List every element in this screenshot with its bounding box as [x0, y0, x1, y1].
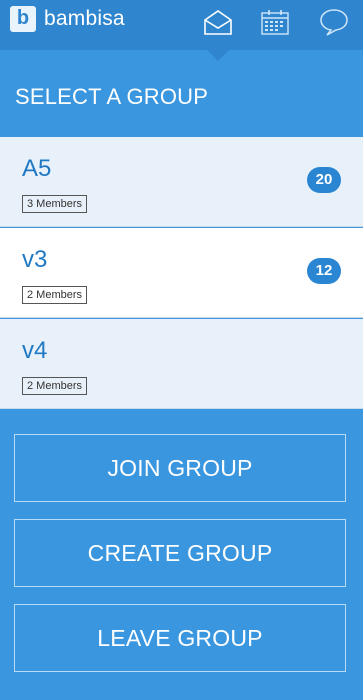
leave-group-button[interactable]: LEAVE GROUP — [14, 604, 346, 672]
join-group-button[interactable]: JOIN GROUP — [14, 434, 346, 502]
members-badge: 3 Members — [22, 195, 88, 213]
brand-logo: b — [10, 6, 36, 32]
active-tab-indicator — [207, 50, 229, 61]
page-title: SELECT A GROUP — [15, 84, 209, 109]
calendar-icon[interactable] — [258, 7, 292, 37]
group-name: A5 — [22, 155, 52, 182]
unread-count-badge: 12 — [307, 258, 341, 284]
group-item-v3[interactable]: v3 2 Members 12 — [0, 228, 363, 318]
top-bar: b bambisa — [0, 0, 363, 50]
create-group-button[interactable]: CREATE GROUP — [14, 519, 346, 587]
group-item-a5[interactable]: A5 3 Members 20 — [0, 137, 363, 227]
logo-letter: b — [16, 7, 30, 29]
envelope-icon[interactable] — [201, 7, 235, 37]
members-badge: 2 Members — [22, 286, 88, 304]
group-name: v4 — [22, 337, 48, 364]
chat-bubble-icon[interactable] — [317, 7, 351, 37]
unread-count-badge: 20 — [307, 167, 341, 193]
members-badge: 2 Members — [22, 377, 88, 395]
group-name: v3 — [22, 246, 48, 273]
brand-name: bambisa — [44, 7, 125, 30]
group-item-v4[interactable]: v4 2 Members — [0, 319, 363, 409]
